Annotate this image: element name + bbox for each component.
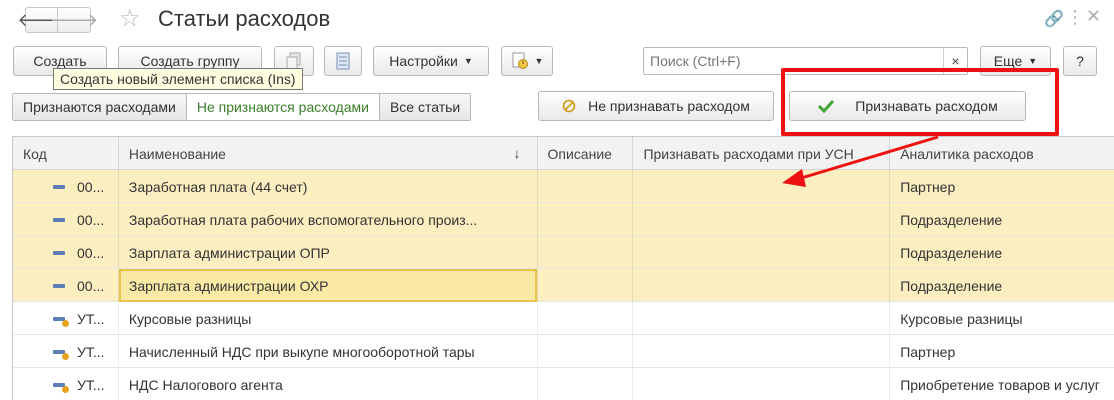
row-code-cell: УТ... — [13, 368, 119, 400]
row-name-focused[interactable]: Зарплата администрации ОХР — [118, 269, 538, 302]
create-tooltip: Создать новый элемент списка (Ins) — [53, 68, 303, 90]
filter-recognized[interactable]: Признаются расходами — [13, 94, 187, 120]
row-description — [538, 302, 634, 335]
row-name: Курсовые разницы — [119, 302, 538, 335]
item-predefined-icon — [53, 349, 69, 360]
row-name: Зарплата администрации ОПР — [119, 236, 538, 269]
list-icon — [336, 52, 350, 70]
table-row[interactable]: УТ... Начисленный НДС при выкупе многооб… — [13, 335, 1114, 368]
close-icon[interactable]: ✕ — [1086, 6, 1101, 27]
row-description — [538, 368, 634, 400]
table-row[interactable]: 00... Зарплата администрации ОХР Подразд… — [13, 269, 1114, 302]
forward-button[interactable]: 🡒 — [50, 7, 98, 33]
link-icon[interactable]: 🔗 — [1044, 9, 1064, 29]
more-label: Еще — [993, 53, 1023, 69]
table-row[interactable]: 00... Заработная плата рабочих вспомогат… — [13, 203, 1114, 236]
row-description — [538, 269, 634, 302]
row-analytics: Приобретение товаров и услуг — [900, 376, 1100, 393]
row-name: Заработная плата (44 счет) — [119, 170, 538, 203]
filter-group: Признаются расходами Не признаются расхо… — [12, 93, 472, 121]
help-button[interactable]: ? — [1063, 46, 1097, 76]
page-title: Статьи расходов — [158, 6, 331, 31]
filter-all[interactable]: Все статьи — [379, 94, 471, 120]
row-usn — [633, 269, 891, 302]
forward-arrow-icon: 🡒 — [49, 9, 99, 30]
table-row[interactable]: УТ... Курсовые разницы Курсовые разницы — [13, 302, 1114, 335]
row-code-cell: 00... — [13, 269, 119, 302]
chevron-down-icon: ▼ — [534, 56, 544, 66]
row-description — [538, 203, 634, 236]
prohibit-icon — [562, 99, 576, 113]
row-code-cell: УТ... — [13, 335, 119, 368]
row-code-cell: 00... — [13, 203, 119, 236]
list-view-button[interactable] — [324, 46, 362, 76]
item-icon — [53, 184, 65, 189]
table-row[interactable]: 00... Зарплата администрации ОПР Подразд… — [13, 236, 1114, 269]
item-icon — [53, 250, 65, 255]
row-code: 00... — [77, 178, 105, 195]
item-predefined-icon — [53, 382, 69, 393]
not-recognize-expense-button[interactable]: Не признавать расходом — [538, 91, 774, 121]
row-usn — [633, 203, 891, 236]
row-usn — [633, 335, 891, 368]
settings-label: Настройки — [389, 53, 458, 69]
row-code-cell: 00... — [13, 170, 119, 203]
row-description — [538, 335, 634, 368]
row-description — [538, 170, 634, 203]
row-code-cell: 00... — [13, 236, 119, 269]
settings-dropdown[interactable]: Настройки ▼ — [373, 46, 489, 76]
row-code: 00... — [77, 277, 105, 294]
item-icon — [53, 283, 65, 288]
item-icon — [53, 217, 65, 222]
row-name: НДС Налогового агента — [119, 368, 538, 400]
column-description[interactable]: Описание — [538, 137, 634, 170]
not-recognize-label: Не признавать расходом — [588, 98, 750, 114]
row-code: УТ... — [77, 376, 105, 393]
row-analytics: Подразделение — [900, 277, 1003, 294]
annotation-arrow-icon — [782, 135, 939, 187]
row-code: 00... — [77, 211, 105, 228]
row-code: УТ... — [77, 310, 105, 327]
row-name: Заработная плата рабочих вспомогательног… — [119, 203, 538, 236]
item-predefined-icon — [53, 316, 69, 327]
filter-not-recognized[interactable]: Не признаются расходами — [186, 94, 380, 120]
row-description — [538, 236, 634, 269]
row-analytics: Партнер — [900, 343, 956, 360]
row-usn — [633, 368, 891, 400]
favorite-star-icon[interactable]: ☆ — [119, 5, 141, 33]
reports-dropdown[interactable]: ▼ — [501, 46, 553, 76]
row-analytics: Подразделение — [900, 244, 1003, 261]
row-code: УТ... — [77, 343, 105, 360]
chevron-down-icon: ▼ — [463, 56, 473, 66]
sort-descending-icon: ↓ — [513, 145, 521, 161]
column-name[interactable]: Наименование ↓ — [119, 137, 538, 170]
row-usn — [633, 302, 891, 335]
row-analytics: Подразделение — [900, 211, 1003, 228]
row-usn — [633, 236, 891, 269]
column-code[interactable]: Код — [13, 137, 119, 170]
row-code-cell: УТ... — [13, 302, 119, 335]
more-vertical-icon[interactable]: ⋮ — [1066, 7, 1084, 28]
column-name-label: Наименование — [128, 145, 226, 162]
report-icon — [512, 52, 528, 69]
row-name: Начисленный НДС при выкупе многооборотно… — [119, 335, 538, 368]
row-code: 00... — [77, 244, 105, 261]
table-row[interactable]: УТ... НДС Налогового агента Приобретение… — [13, 368, 1114, 400]
chevron-down-icon: ▼ — [1028, 56, 1038, 66]
row-analytics: Курсовые разницы — [900, 310, 1023, 327]
